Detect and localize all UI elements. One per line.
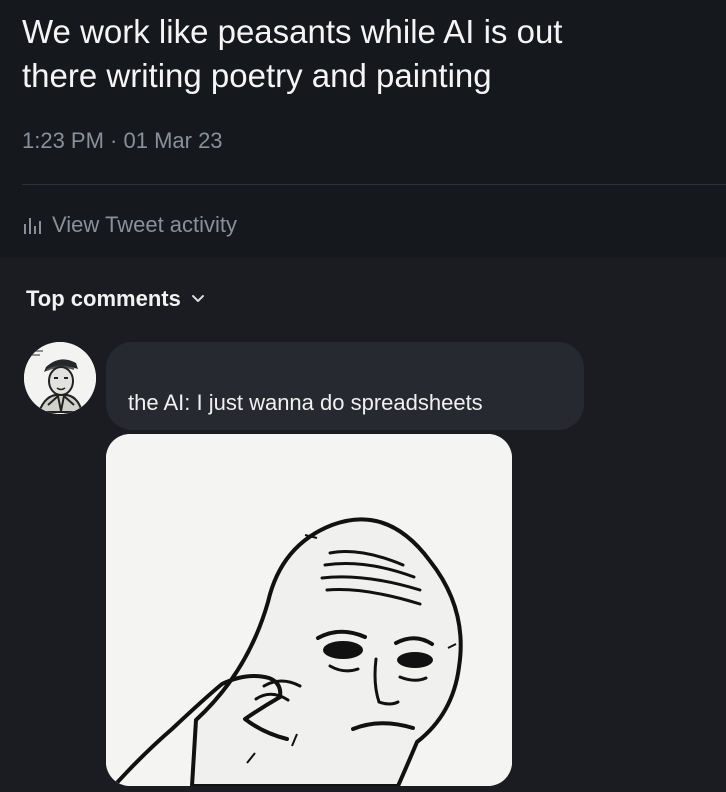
divider	[22, 184, 726, 185]
tweet-detail-page: We work like peasants while AI is out th…	[0, 0, 726, 792]
tweet-text-line-2: there writing poetry and painting	[22, 57, 492, 94]
comment-text: the AI: I just wanna do spreadsheets	[128, 390, 483, 415]
comment-meme-image[interactable]	[106, 434, 512, 786]
tweet-section: We work like peasants while AI is out th…	[0, 0, 726, 258]
tweet-text-line-1: We work like peasants while AI is out	[22, 13, 563, 50]
tweet-text: We work like peasants while AI is out th…	[22, 10, 722, 98]
comment-bubble: the AI: I just wanna do spreadsheets	[106, 342, 584, 430]
top-comments-sort-dropdown[interactable]: Top comments	[26, 286, 205, 312]
chevron-down-icon	[191, 295, 204, 302]
view-tweet-activity-label: View Tweet activity	[52, 212, 238, 237]
comments-section: Top comments the AI: I just wanna do spr…	[0, 258, 726, 792]
tweet-timestamp: 1:23 PM · 01 Mar 23	[22, 128, 223, 153]
view-tweet-activity-link[interactable]: View Tweet activity	[22, 212, 237, 238]
sailor-portrait-icon	[24, 342, 96, 414]
commenter-avatar[interactable]	[24, 342, 96, 414]
tired-wojak-image	[106, 434, 512, 786]
analytics-icon	[24, 218, 41, 234]
top-comments-label: Top comments	[26, 286, 181, 311]
